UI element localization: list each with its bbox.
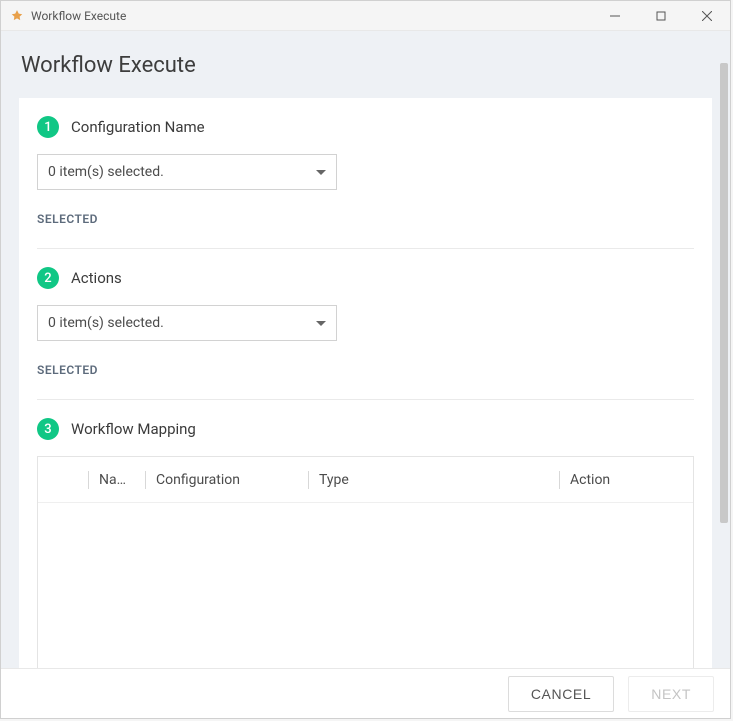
next-button: NEXT: [628, 676, 714, 712]
column-separator: [308, 471, 309, 489]
window-minimize[interactable]: [592, 1, 638, 31]
column-configuration[interactable]: Configuration: [156, 472, 304, 488]
section-title-mapping: Workflow Mapping: [71, 420, 196, 438]
section-head-actions: 2 Actions: [37, 267, 694, 289]
actions-select-text: 0 item(s) selected.: [48, 315, 164, 331]
section-title-configuration: Configuration Name: [71, 118, 205, 136]
page-title: Workflow Execute: [21, 53, 712, 78]
column-separator: [145, 471, 146, 489]
step-badge-1: 1: [37, 116, 59, 138]
titlebar: Workflow Execute: [1, 1, 730, 31]
window-close[interactable]: [684, 1, 730, 31]
content-area: Workflow Execute 1 Configuration Name 0 …: [1, 31, 730, 668]
step-badge-3: 3: [37, 418, 59, 440]
actions-select[interactable]: 0 item(s) selected.: [37, 305, 337, 341]
section-configuration: 1 Configuration Name 0 item(s) selected.…: [19, 98, 712, 249]
mapping-table: Na… Configuration Type Action Please sel…: [37, 456, 694, 668]
window-maximize[interactable]: [638, 1, 684, 31]
scrollbar-thumb[interactable]: [720, 63, 728, 523]
cancel-button[interactable]: CANCEL: [508, 676, 614, 712]
configuration-selected-label: SELECTED: [37, 212, 694, 226]
section-head-mapping: 3 Workflow Mapping: [37, 418, 694, 440]
section-actions: 2 Actions 0 item(s) selected. SELECTED: [19, 249, 712, 400]
page-header: Workflow Execute: [1, 31, 730, 98]
section-head-configuration: 1 Configuration Name: [37, 116, 694, 138]
main-panel: 1 Configuration Name 0 item(s) selected.…: [19, 98, 712, 668]
column-type[interactable]: Type: [319, 472, 555, 488]
configuration-select[interactable]: 0 item(s) selected.: [37, 154, 337, 190]
section-mapping: 3 Workflow Mapping Na… Configuration Typ…: [19, 400, 712, 668]
window-title: Workflow Execute: [31, 9, 592, 23]
app-icon: [9, 8, 25, 24]
configuration-select-text: 0 item(s) selected.: [48, 164, 164, 180]
caret-down-icon: [316, 170, 326, 175]
vertical-scrollbar[interactable]: [720, 63, 728, 620]
mapping-empty-message: Please select a configuration.: [38, 503, 693, 668]
footer: CANCEL NEXT: [1, 668, 730, 718]
column-name[interactable]: Na…: [99, 472, 141, 488]
actions-selected-label: SELECTED: [37, 363, 694, 377]
column-separator: [559, 471, 560, 489]
mapping-table-header: Na… Configuration Type Action: [38, 457, 693, 503]
column-action[interactable]: Action: [570, 472, 683, 488]
section-title-actions: Actions: [71, 269, 122, 287]
step-badge-2: 2: [37, 267, 59, 289]
column-separator: [88, 471, 89, 489]
caret-down-icon: [316, 321, 326, 326]
app-window: Workflow Execute Workflow Execute 1 Conf…: [0, 0, 731, 719]
